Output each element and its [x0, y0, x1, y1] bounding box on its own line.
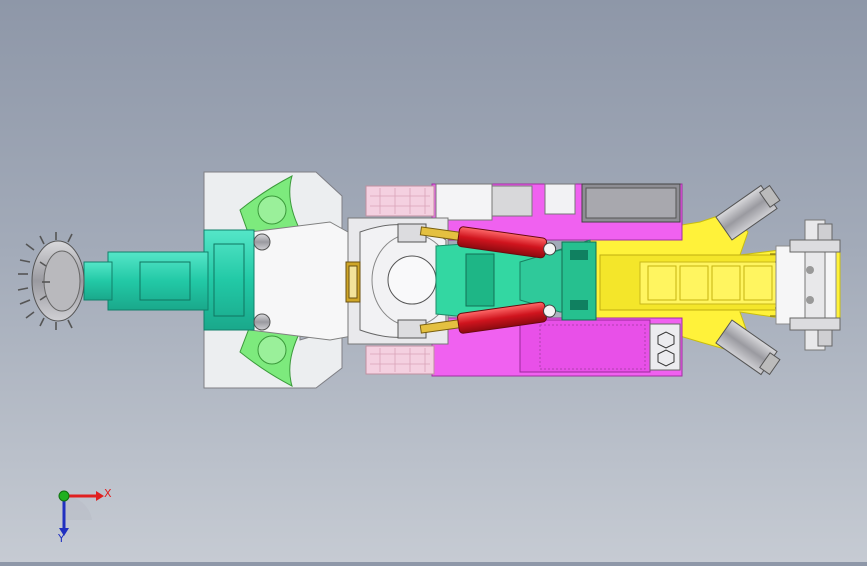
- cutter-head[interactable]: [17, 232, 85, 330]
- y-axis-label: Y: [57, 532, 65, 545]
- x-axis-label: X: [104, 487, 112, 500]
- cad-viewport[interactable]: X Y: [0, 0, 867, 562]
- model-drawing[interactable]: X Y: [0, 0, 867, 562]
- coordinate-triad: X Y: [57, 487, 112, 545]
- cutting-boom[interactable]: [83, 229, 271, 331]
- y-axis-dot: [58, 490, 70, 502]
